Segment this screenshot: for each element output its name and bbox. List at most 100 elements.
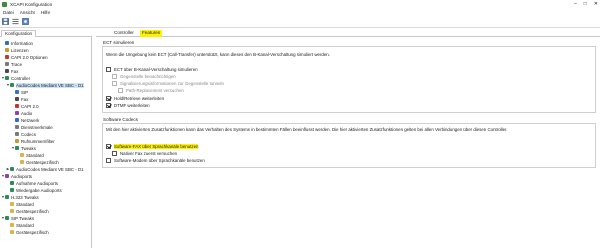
tree-item-label: H.323 Tweaks [11, 194, 39, 200]
trace-icon [5, 62, 9, 66]
tree-item[interactable]: Rufnummernfilter [11, 138, 55, 144]
filter-icon [15, 139, 19, 143]
tree-item[interactable]: ▼ SIP Tweaks [1, 215, 34, 221]
checkbox[interactable] [112, 151, 117, 156]
tree-item-label: Trace [11, 61, 23, 67]
tab-controller[interactable]: Controller [112, 30, 136, 37]
tree-item[interactable]: Dienstmerkmale [11, 124, 53, 130]
checkbox[interactable] [106, 96, 111, 101]
tree-item-label: AudioCodes Mediant VE SBC - D1 [16, 82, 84, 88]
checkbox[interactable] [106, 158, 111, 163]
tree-item[interactable]: ▼ AudioCodes Mediant VE SBC - D1 [6, 82, 84, 88]
tree-item-label: Information [11, 40, 33, 46]
dtmf-checkbox[interactable]: DTMF weiterleiten [106, 103, 150, 108]
tree-item[interactable]: Lizenzen [1, 47, 29, 53]
folder-icon [10, 230, 14, 234]
tree-item[interactable]: Audio [11, 110, 32, 116]
save-icon[interactable] [2, 17, 9, 25]
tree-item[interactable]: Netzwerk [11, 117, 39, 123]
notify-peer-checkbox[interactable]: Gegenstelle benachrichtigen [112, 74, 176, 79]
menu-hilfe[interactable]: Hilfe [41, 10, 50, 15]
audio-icon [5, 174, 9, 178]
title-bar: XCAPI Konfiguration – □ ✕ [0, 0, 600, 8]
device-icon [10, 167, 14, 171]
tree-item[interactable]: ▼ Audioports [1, 173, 32, 179]
network-icon [15, 118, 19, 122]
tree-item[interactable]: Standard [6, 222, 34, 228]
tree-item[interactable]: ▼ Tweaks [11, 145, 36, 151]
hold-retrieve-checkbox[interactable]: Hold/Retrieve weiterleiten [106, 96, 164, 101]
tree-item-label: CAPI 2.0 [21, 103, 39, 109]
sip-icon [15, 90, 19, 94]
tree-item-label: SIP [21, 89, 29, 95]
folder-icon [10, 223, 14, 227]
tree-item-label: Audioports [11, 173, 32, 179]
tunnel-signaling-checkbox[interactable]: Signalisierungsinformationen zur Gegenst… [112, 81, 224, 86]
tree-item-label: Controller [11, 75, 31, 81]
tree-item[interactable]: Fax [1, 68, 18, 74]
checkbox[interactable] [118, 88, 123, 93]
tree-item-label: Gerätespezifisch [16, 229, 49, 235]
menu-ansicht[interactable]: Ansicht [20, 10, 35, 15]
close-icon[interactable]: ✕ [594, 1, 598, 7]
capi-icon [5, 55, 9, 59]
tree-item[interactable]: ▼ Controller [1, 75, 30, 81]
tree-item[interactable]: Wiedergabe Audioports [6, 187, 62, 193]
tab-features[interactable]: Features [140, 30, 163, 37]
tree-item[interactable]: Aufnahme Audioports [6, 180, 58, 186]
native-fax-checkbox[interactable]: Nativer Fax zuerst versuchen [112, 151, 177, 156]
tree-item-label: Wiedergabe Audioports [16, 187, 62, 193]
tree-item-label: Standard [26, 152, 44, 158]
left-tab-bar: Konfiguration [0, 29, 92, 37]
checkbox[interactable] [106, 67, 111, 72]
toolbar [0, 16, 600, 26]
tree-item[interactable]: Gerätespezifisch [6, 208, 49, 214]
tree-item[interactable]: SIP [11, 89, 28, 95]
tab-konfiguration[interactable]: Konfiguration [1, 30, 37, 37]
tree-item-label: AudioCodes Mediant VE SBC - D1 [16, 166, 84, 172]
tree-item-label: Gerätespezifisch [26, 159, 59, 165]
tree-item[interactable]: Fax [11, 96, 28, 102]
minimize-icon[interactable]: – [574, 1, 577, 7]
folder-icon [20, 153, 24, 157]
maximize-icon[interactable]: □ [584, 1, 587, 7]
toolbar-separator [0, 27, 600, 28]
tree-item-label: CAPI 2.0 Optionen [11, 54, 48, 60]
fax-icon [15, 97, 19, 101]
software-modem-checkbox[interactable]: Software-Modem über Sprachkanäle benutze… [106, 158, 205, 163]
software-fax-checkbox[interactable]: Software-FAX über Sprachkanäle benutzen [106, 144, 199, 149]
checkbox[interactable] [112, 74, 117, 79]
tree-item[interactable]: Gerätespezifisch [16, 159, 59, 165]
tree-item[interactable]: ▼ H.323 Tweaks [1, 194, 39, 200]
fax-icon [5, 69, 9, 73]
window-title: XCAPI Konfiguration [10, 1, 53, 7]
tree-item[interactable]: CAPI 2.0 [11, 103, 39, 109]
list-icon[interactable] [12, 18, 19, 25]
tree-item-label: Standard [16, 201, 34, 207]
checkbox[interactable] [106, 103, 111, 108]
ect-description: Wenn die Umgebung kein ECT (Call-Transfe… [106, 52, 330, 57]
tree-item-label: Rufnummernfilter [21, 138, 55, 144]
path-replacement-checkbox[interactable]: Path-Replacement versuchen [118, 88, 184, 93]
tree-item[interactable]: Gerätespezifisch [6, 229, 49, 235]
menu-datei[interactable]: Datei [3, 10, 14, 15]
tree-item[interactable]: Standard [6, 201, 34, 207]
tree-item-label: SIP Tweaks [11, 215, 35, 221]
settings-icon[interactable] [22, 17, 29, 25]
window-controls: – □ ✕ [574, 1, 598, 7]
codec-icon [15, 132, 19, 136]
ect-simulate-checkbox[interactable]: ECT über B-Kanal-Verschaltung simulieren [106, 67, 198, 72]
tree-item[interactable]: Standard [16, 152, 44, 158]
key-icon [5, 48, 9, 52]
tree-item[interactable]: ▶ AudioCodes Mediant VE SBC - D1 [6, 166, 84, 172]
checkbox[interactable] [106, 144, 111, 149]
tree-item[interactable]: Information [1, 40, 33, 46]
tree-item[interactable]: CAPI 2.0 Optionen [1, 54, 48, 60]
tree-item-label: Gerätespezifisch [16, 208, 49, 214]
checkbox[interactable] [112, 81, 117, 86]
tree-item[interactable]: Trace [1, 61, 22, 67]
tree-item-label: Dienstmerkmale [21, 124, 53, 130]
tree-item-label: Netzwerk [21, 117, 40, 123]
tree-item[interactable]: Codecs [11, 131, 36, 137]
folder-icon [10, 202, 14, 206]
